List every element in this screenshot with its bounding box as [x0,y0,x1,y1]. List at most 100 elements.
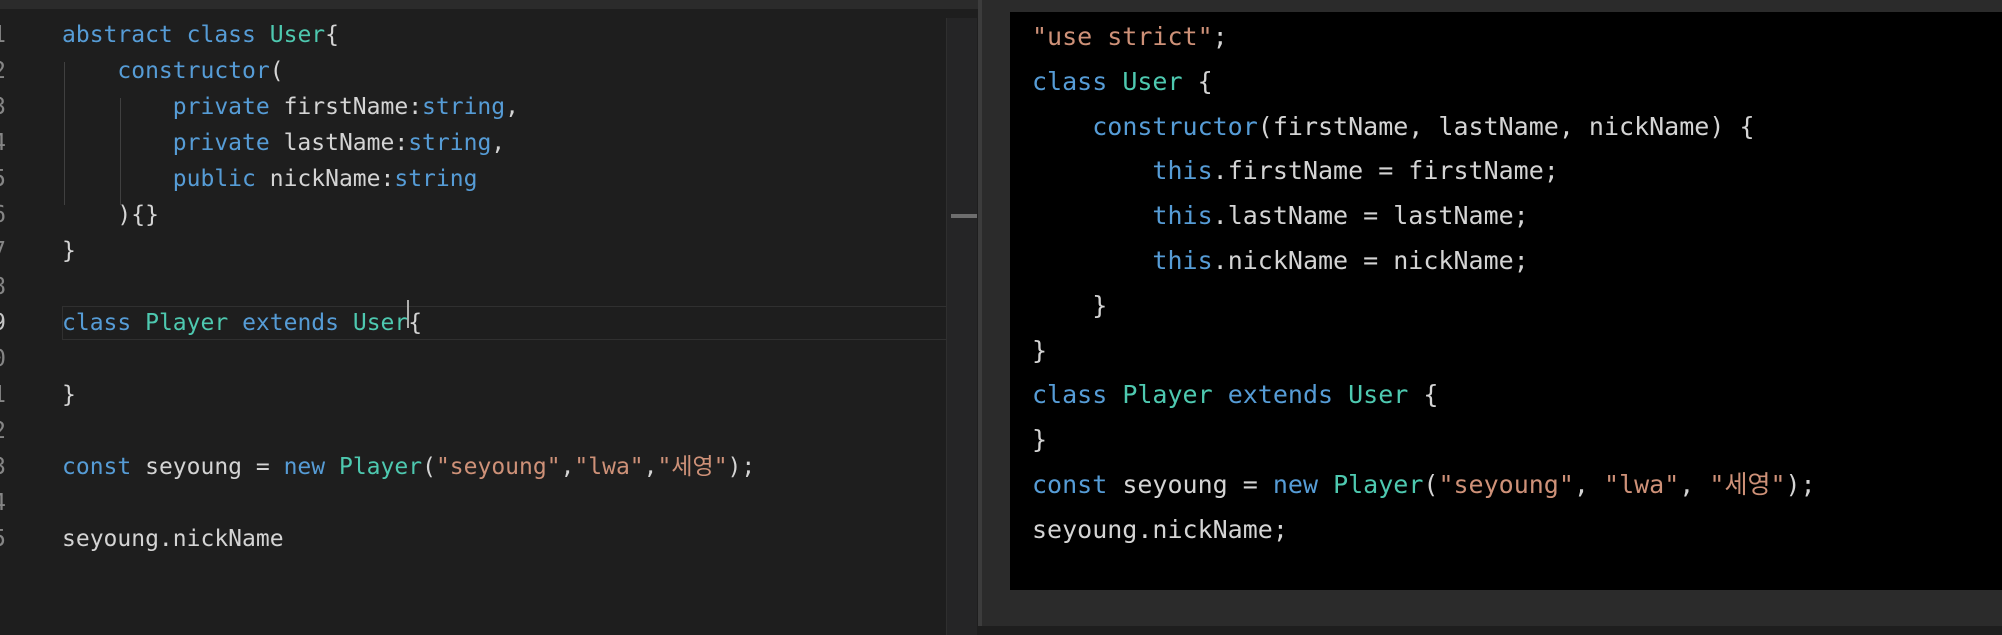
output-token: extends [1227,380,1334,409]
code-token: string [422,94,506,120]
code-token: ){} [117,202,159,228]
code-text[interactable]: ){} [62,197,159,233]
compiled-output: "use strict"; class User { constructor(fi… [1010,12,2002,590]
editor-line[interactable]: 6 ){} [0,197,940,233]
line-number-text: 4 [0,130,6,156]
output-line: this.lastName = lastName; [1032,195,1528,237]
output-token [1107,380,1122,409]
editor-line[interactable]: 9 class Player extends User{ [0,305,940,341]
editor-line[interactable]: 4 private lastName:string, [0,125,940,161]
code-token: Player [338,454,423,480]
output-line: } [1032,419,1047,461]
output-line: class User { [1032,61,1213,103]
editor-line[interactable]: 5 public nickName:string [0,161,940,197]
code-text[interactable]: const seyoung = new Player("seyoung","lw… [62,449,755,485]
code-token: extends [242,310,339,336]
code-token: { [325,22,339,48]
line-number: 9 [0,305,14,341]
code-text[interactable]: public nickName:string [62,161,478,197]
output-token [1318,470,1333,499]
code-token: const [62,454,132,480]
editor-line[interactable]: 2 constructor( [0,53,940,89]
output-token [1032,246,1152,275]
vertical-scrollbar[interactable] [946,18,977,635]
output-token: User [1122,67,1183,96]
editor-line[interactable]: 3 private firstName:string, [0,89,940,125]
code-token: public [172,166,256,192]
code-token: ); [727,454,756,480]
code-token: Player [145,310,229,336]
output-token: } [1032,291,1108,320]
output-token: .nickName = nickName; [1212,246,1529,275]
code-text[interactable]: private firstName:string, [62,89,519,125]
output-token: constructor [1092,112,1258,141]
editor-line[interactable]: 0 [0,341,940,377]
line-number: 5 [0,161,14,197]
output-token: const [1032,470,1108,499]
editor-line[interactable]: 1 abstract class User{ [0,17,940,53]
code-text[interactable]: } [62,233,76,269]
output-token: .firstName = firstName; [1212,156,1559,185]
code-text[interactable]: seyoung.nickName [62,521,284,557]
output-token: , [1679,470,1710,499]
output-token: this [1152,201,1213,230]
code-token: lastName: [269,130,409,156]
code-token: } [62,382,76,408]
code-text[interactable]: } [62,377,76,413]
line-number-text: 9 [0,310,6,336]
output-token: seyoung = [1107,470,1273,499]
code-token: class [62,310,132,336]
code-token: abstract [62,22,173,48]
line-number-text: 3 [0,94,6,120]
code-text[interactable]: constructor( [62,53,284,89]
code-token: private [172,94,270,120]
output-token: , [1573,470,1605,499]
output-token [1213,380,1228,409]
output-token [1032,201,1152,230]
output-token: } [1032,336,1048,365]
line-number-text: 3 [0,454,6,480]
editor-line[interactable]: 5 seyoung.nickName [0,521,940,557]
code-text[interactable]: abstract class User{ [62,17,339,53]
editor-line[interactable]: 7} [0,233,940,269]
output-token: } [1032,425,1048,454]
code-token: "seyoung" [435,454,561,480]
scrollbar-position-marker[interactable] [951,214,977,218]
editor-line[interactable]: 8 [0,269,940,305]
line-number: 2 [0,413,14,449]
editor-line[interactable]: 3 const seyoung = new Player("seyoung","l… [0,449,940,485]
output-panel: "use strict"; class User { constructor(fi… [982,0,2002,626]
editor-line[interactable]: 2 [0,413,940,449]
code-token: ( [269,58,284,84]
code-token: } [62,238,76,264]
editor-line[interactable]: 1} [0,377,940,413]
output-line: constructor(firstName, lastName, nickNam… [1032,106,1754,148]
output-token: ( [1423,470,1439,499]
code-token: string [394,166,478,192]
output-token: Player [1122,380,1213,409]
output-token: User [1348,380,1409,409]
line-number: 3 [0,449,14,485]
editor-line[interactable]: 4 [0,485,940,521]
code-text[interactable]: class Player extends User{ [62,305,422,341]
line-number: 5 [0,521,14,557]
code-token: class [186,22,256,48]
code-token: User [269,22,326,48]
output-token: Player [1333,470,1424,499]
code-editor[interactable]: 1abstract class User{2 constructor(3 pri… [0,0,978,635]
code-text[interactable]: private lastName:string, [62,125,505,161]
output-token [1032,112,1092,141]
line-number: 1 [0,377,14,413]
code-token: new [283,454,326,480]
line-number: 3 [0,89,14,125]
code-token: ( [422,454,436,480]
